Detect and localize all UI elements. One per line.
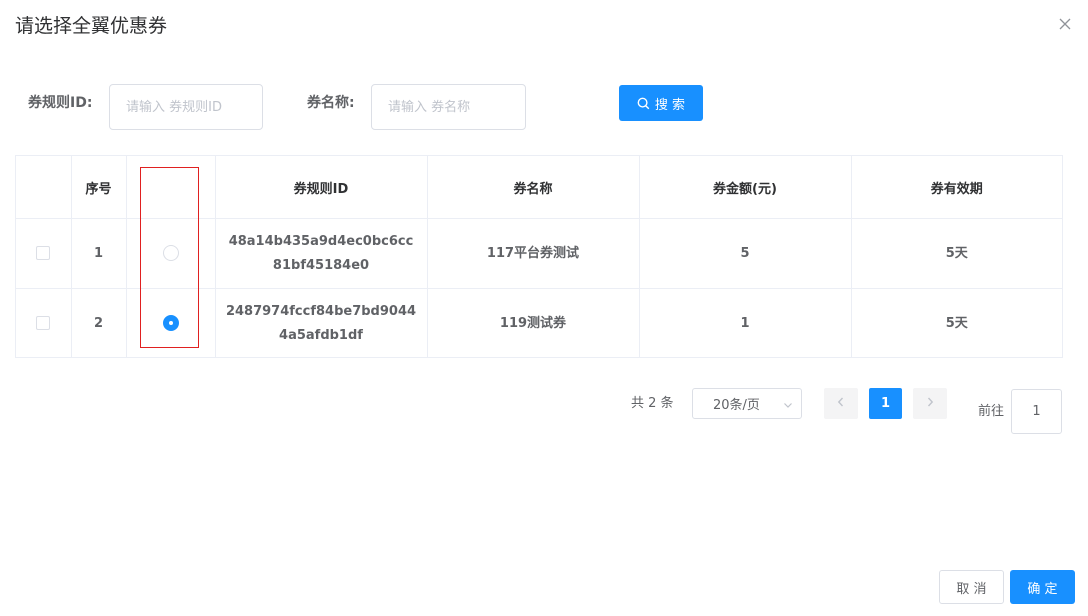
dialog-title: 请选择全翼优惠券 xyxy=(15,15,168,37)
table-header-row: 序号 券规则ID 券名称 券金额(元) 券有效期 xyxy=(16,156,1062,219)
row-radio-cell xyxy=(126,288,216,358)
header-index: 序号 xyxy=(71,156,127,219)
row-index: 2 xyxy=(71,288,127,358)
row-rule-id: 48a14b435a9d4ec0bc6cc81bf45184e0 xyxy=(215,218,428,289)
chevron-right-icon xyxy=(925,396,935,412)
page-size-value: 20条/页 xyxy=(713,398,760,413)
search-button-label: 搜 索 xyxy=(654,97,686,113)
row-coupon-name: 117平台券测试 xyxy=(427,218,640,289)
header-coupon-name: 券名称 xyxy=(427,156,640,219)
row-amount: 1 xyxy=(639,288,852,358)
rule-id-input[interactable] xyxy=(109,84,263,130)
row-checkbox-cell xyxy=(16,218,72,289)
table-row[interactable]: 2 2487974fccf84be7bd90444a5afdb1df 119测试… xyxy=(16,288,1062,358)
cancel-button[interactable]: 取 消 xyxy=(939,570,1004,604)
coupon-name-input[interactable] xyxy=(371,84,526,130)
row-radio[interactable] xyxy=(162,245,179,261)
confirm-button[interactable]: 确 定 xyxy=(1010,570,1075,604)
coupon-table: 序号 券规则ID 券名称 券金额(元) 券有效期 1 48a14b435a9d4… xyxy=(15,155,1063,358)
row-checkbox[interactable] xyxy=(36,316,51,330)
row-coupon-name: 119测试券 xyxy=(427,288,640,358)
header-radio xyxy=(126,156,216,219)
next-page-button[interactable] xyxy=(913,388,947,419)
search-button[interactable]: 搜 索 xyxy=(619,85,703,121)
row-amount: 5 xyxy=(639,218,852,289)
row-radio-cell xyxy=(126,218,216,289)
goto-page-input[interactable] xyxy=(1011,389,1062,434)
table-row[interactable]: 1 48a14b435a9d4ec0bc6cc81bf45184e0 117平台… xyxy=(16,218,1062,289)
page-number-current[interactable]: 1 xyxy=(869,388,902,419)
row-rule-id: 2487974fccf84be7bd90444a5afdb1df xyxy=(215,288,428,358)
coupon-name-label: 券名称: xyxy=(307,95,355,111)
row-radio-selected[interactable] xyxy=(162,315,179,331)
prev-page-button[interactable] xyxy=(824,388,858,419)
row-checkbox-cell xyxy=(16,288,72,358)
header-rule-id: 券规则ID xyxy=(215,156,428,219)
search-icon xyxy=(637,97,650,110)
header-amount: 券金额(元) xyxy=(639,156,852,219)
header-validity: 券有效期 xyxy=(851,156,1062,219)
rule-id-label: 券规则ID: xyxy=(28,95,93,111)
close-icon[interactable] xyxy=(1057,16,1073,32)
goto-label: 前往 xyxy=(978,404,1005,419)
chevron-left-icon xyxy=(836,396,846,412)
coupon-select-dialog: 请选择全翼优惠券 券规则ID: 券名称: 搜 索 xyxy=(0,0,1088,616)
pagination-total: 共 2 条 xyxy=(631,396,674,411)
row-index: 1 xyxy=(71,218,127,289)
page-size-select[interactable]: 20条/页 xyxy=(692,388,802,419)
header-select-all xyxy=(16,156,72,219)
row-checkbox[interactable] xyxy=(36,246,51,260)
row-validity: 5天 xyxy=(945,315,968,331)
row-validity: 5天 xyxy=(851,218,1062,289)
chevron-down-icon xyxy=(783,399,793,414)
